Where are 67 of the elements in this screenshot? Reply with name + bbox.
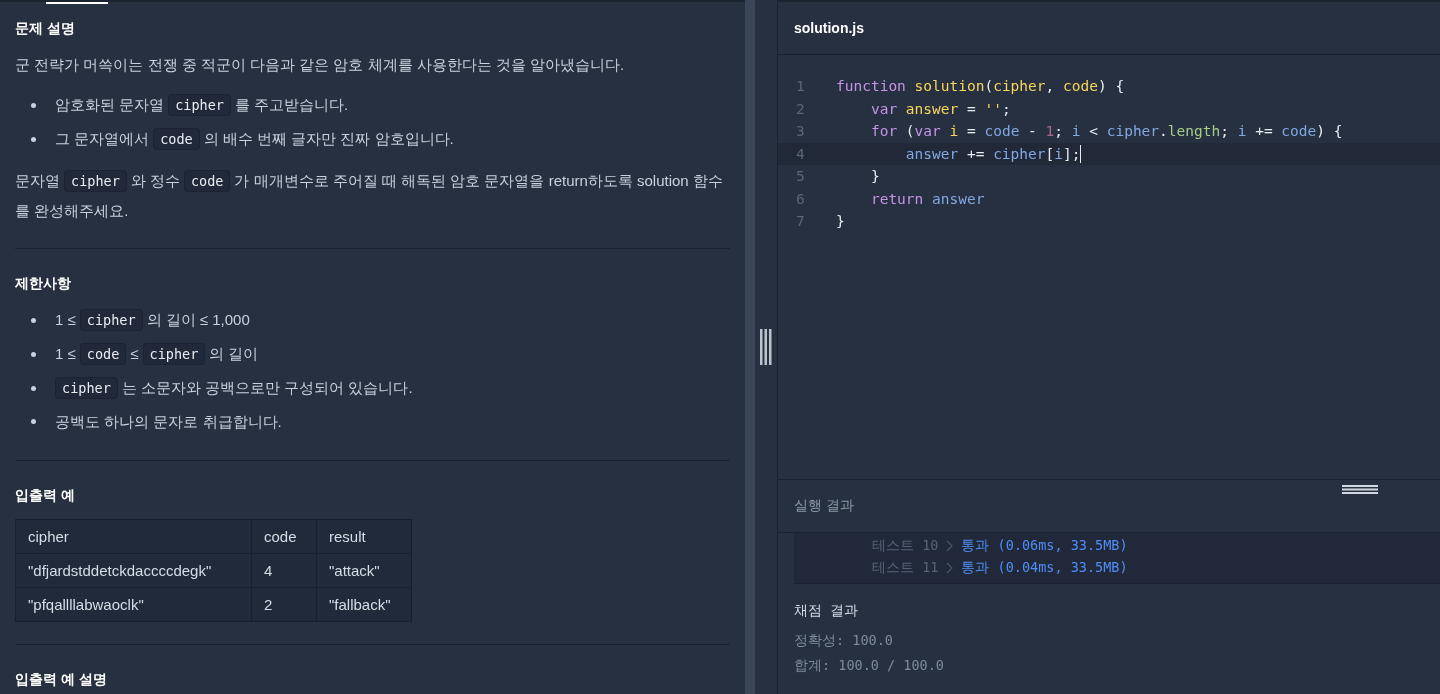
grading-score: 합계: 100.0 / 100.0 — [794, 656, 945, 675]
bullet-icon — [31, 136, 36, 142]
description-text: 의 배수 번째 글자만 진짜 암호입니다. — [203, 130, 454, 147]
description-text: 를 주고받습니다. — [234, 96, 349, 113]
grading-score: 정확성: 100.0 — [794, 631, 894, 650]
section-title: 입출력 예 설명 — [15, 671, 108, 689]
description-text: 암호화된 문자열 — [55, 96, 165, 113]
description-text: 그 문자열에서 — [55, 130, 150, 147]
section-title: 문제 설명 — [15, 20, 76, 38]
description-text: 는 소문자와 공백으로만 구성되어 있습니다. — [121, 379, 413, 396]
bullet-icon — [31, 351, 36, 357]
description-text: ≤ — [130, 345, 139, 362]
line-number: 4 — [796, 145, 806, 162]
section-title: 입출력 예 — [15, 487, 76, 505]
table-header-cell: result — [316, 519, 412, 554]
description-text: 와 정수 — [130, 172, 180, 189]
inline-code: cipher — [168, 94, 231, 116]
file-name-tab[interactable]: solution.js — [794, 20, 864, 36]
panel-title: 실행 결과 — [794, 497, 854, 515]
section-title: 제한사항 — [15, 275, 72, 293]
active-tab-indicator — [46, 2, 108, 4]
inline-code: cipher — [64, 170, 127, 192]
chevron-icon — [946, 540, 954, 552]
chevron-icon — [946, 562, 954, 574]
grip-icon[interactable] — [760, 329, 772, 365]
bullet-icon — [31, 385, 36, 391]
description-text: 의 길이 ≤ 1,000 — [146, 311, 250, 328]
code-line: function solution(cipher, code) { — [836, 78, 1125, 95]
inline-code: cipher — [55, 377, 118, 399]
test-label: 테스트 11 — [872, 559, 939, 577]
description-text: 1 ≤ — [55, 345, 76, 362]
text-cursor — [1080, 144, 1082, 163]
code-line: } — [836, 213, 845, 230]
code-line: answer += cipher[i]; — [904, 145, 1081, 162]
description-text: 문자열 — [15, 172, 60, 189]
inline-code: cipher — [142, 343, 206, 365]
test-result: 통과 (0.06ms, 33.5MB) — [961, 537, 1128, 555]
description-text: 의 길이 — [209, 345, 259, 362]
code-line: return answer — [869, 190, 985, 207]
inline-code: code — [153, 128, 200, 150]
resize-handle-icon[interactable] — [1342, 485, 1378, 494]
table-cell: 4 — [251, 553, 317, 588]
code-line: } — [869, 168, 880, 185]
code-line: var answer = ''; — [869, 100, 1011, 117]
scrollbar[interactable] — [745, 0, 755, 694]
description-text: 가 매개변수로 주어질 때 해독된 암호 문자열을 return하도록 solution 함수 — [234, 172, 723, 189]
inline-code: code — [183, 170, 231, 192]
test-result: 통과 (0.04ms, 33.5MB) — [961, 559, 1128, 577]
description-text: 군 전략가 머쓱이는 전쟁 중 적군이 다음과 같은 암호 체계를 사용한다는 것을 알아냈습니다. — [15, 56, 625, 73]
bullet-icon — [31, 419, 36, 424]
code-line: for (var i = code - 1; i < cipher.length; i += code) { — [869, 123, 1343, 140]
test-label: 테스트 10 — [872, 537, 939, 555]
description-text: 1 ≤ — [55, 311, 76, 328]
table-header-cell: code — [251, 519, 317, 554]
grading-title: 채점 결과 — [794, 602, 860, 620]
description-text: 공백도 하나의 문자로 취급합니다. — [55, 413, 282, 430]
table-header-cell: cipher — [15, 519, 252, 554]
bullet-icon — [31, 317, 36, 323]
bullet-icon — [31, 102, 36, 108]
inline-code: cipher — [79, 309, 143, 331]
description-text: 를 완성해주세요. — [15, 202, 129, 219]
inline-code: code — [79, 343, 127, 365]
table-cell: "pfqallllabwaoclk" — [15, 587, 252, 622]
table-cell: "fallback" — [316, 587, 412, 622]
table-cell: "attack" — [316, 553, 412, 588]
table-cell: 2 — [251, 587, 317, 622]
table-cell: "dfjardstddetckdaccccdegk" — [15, 553, 252, 588]
